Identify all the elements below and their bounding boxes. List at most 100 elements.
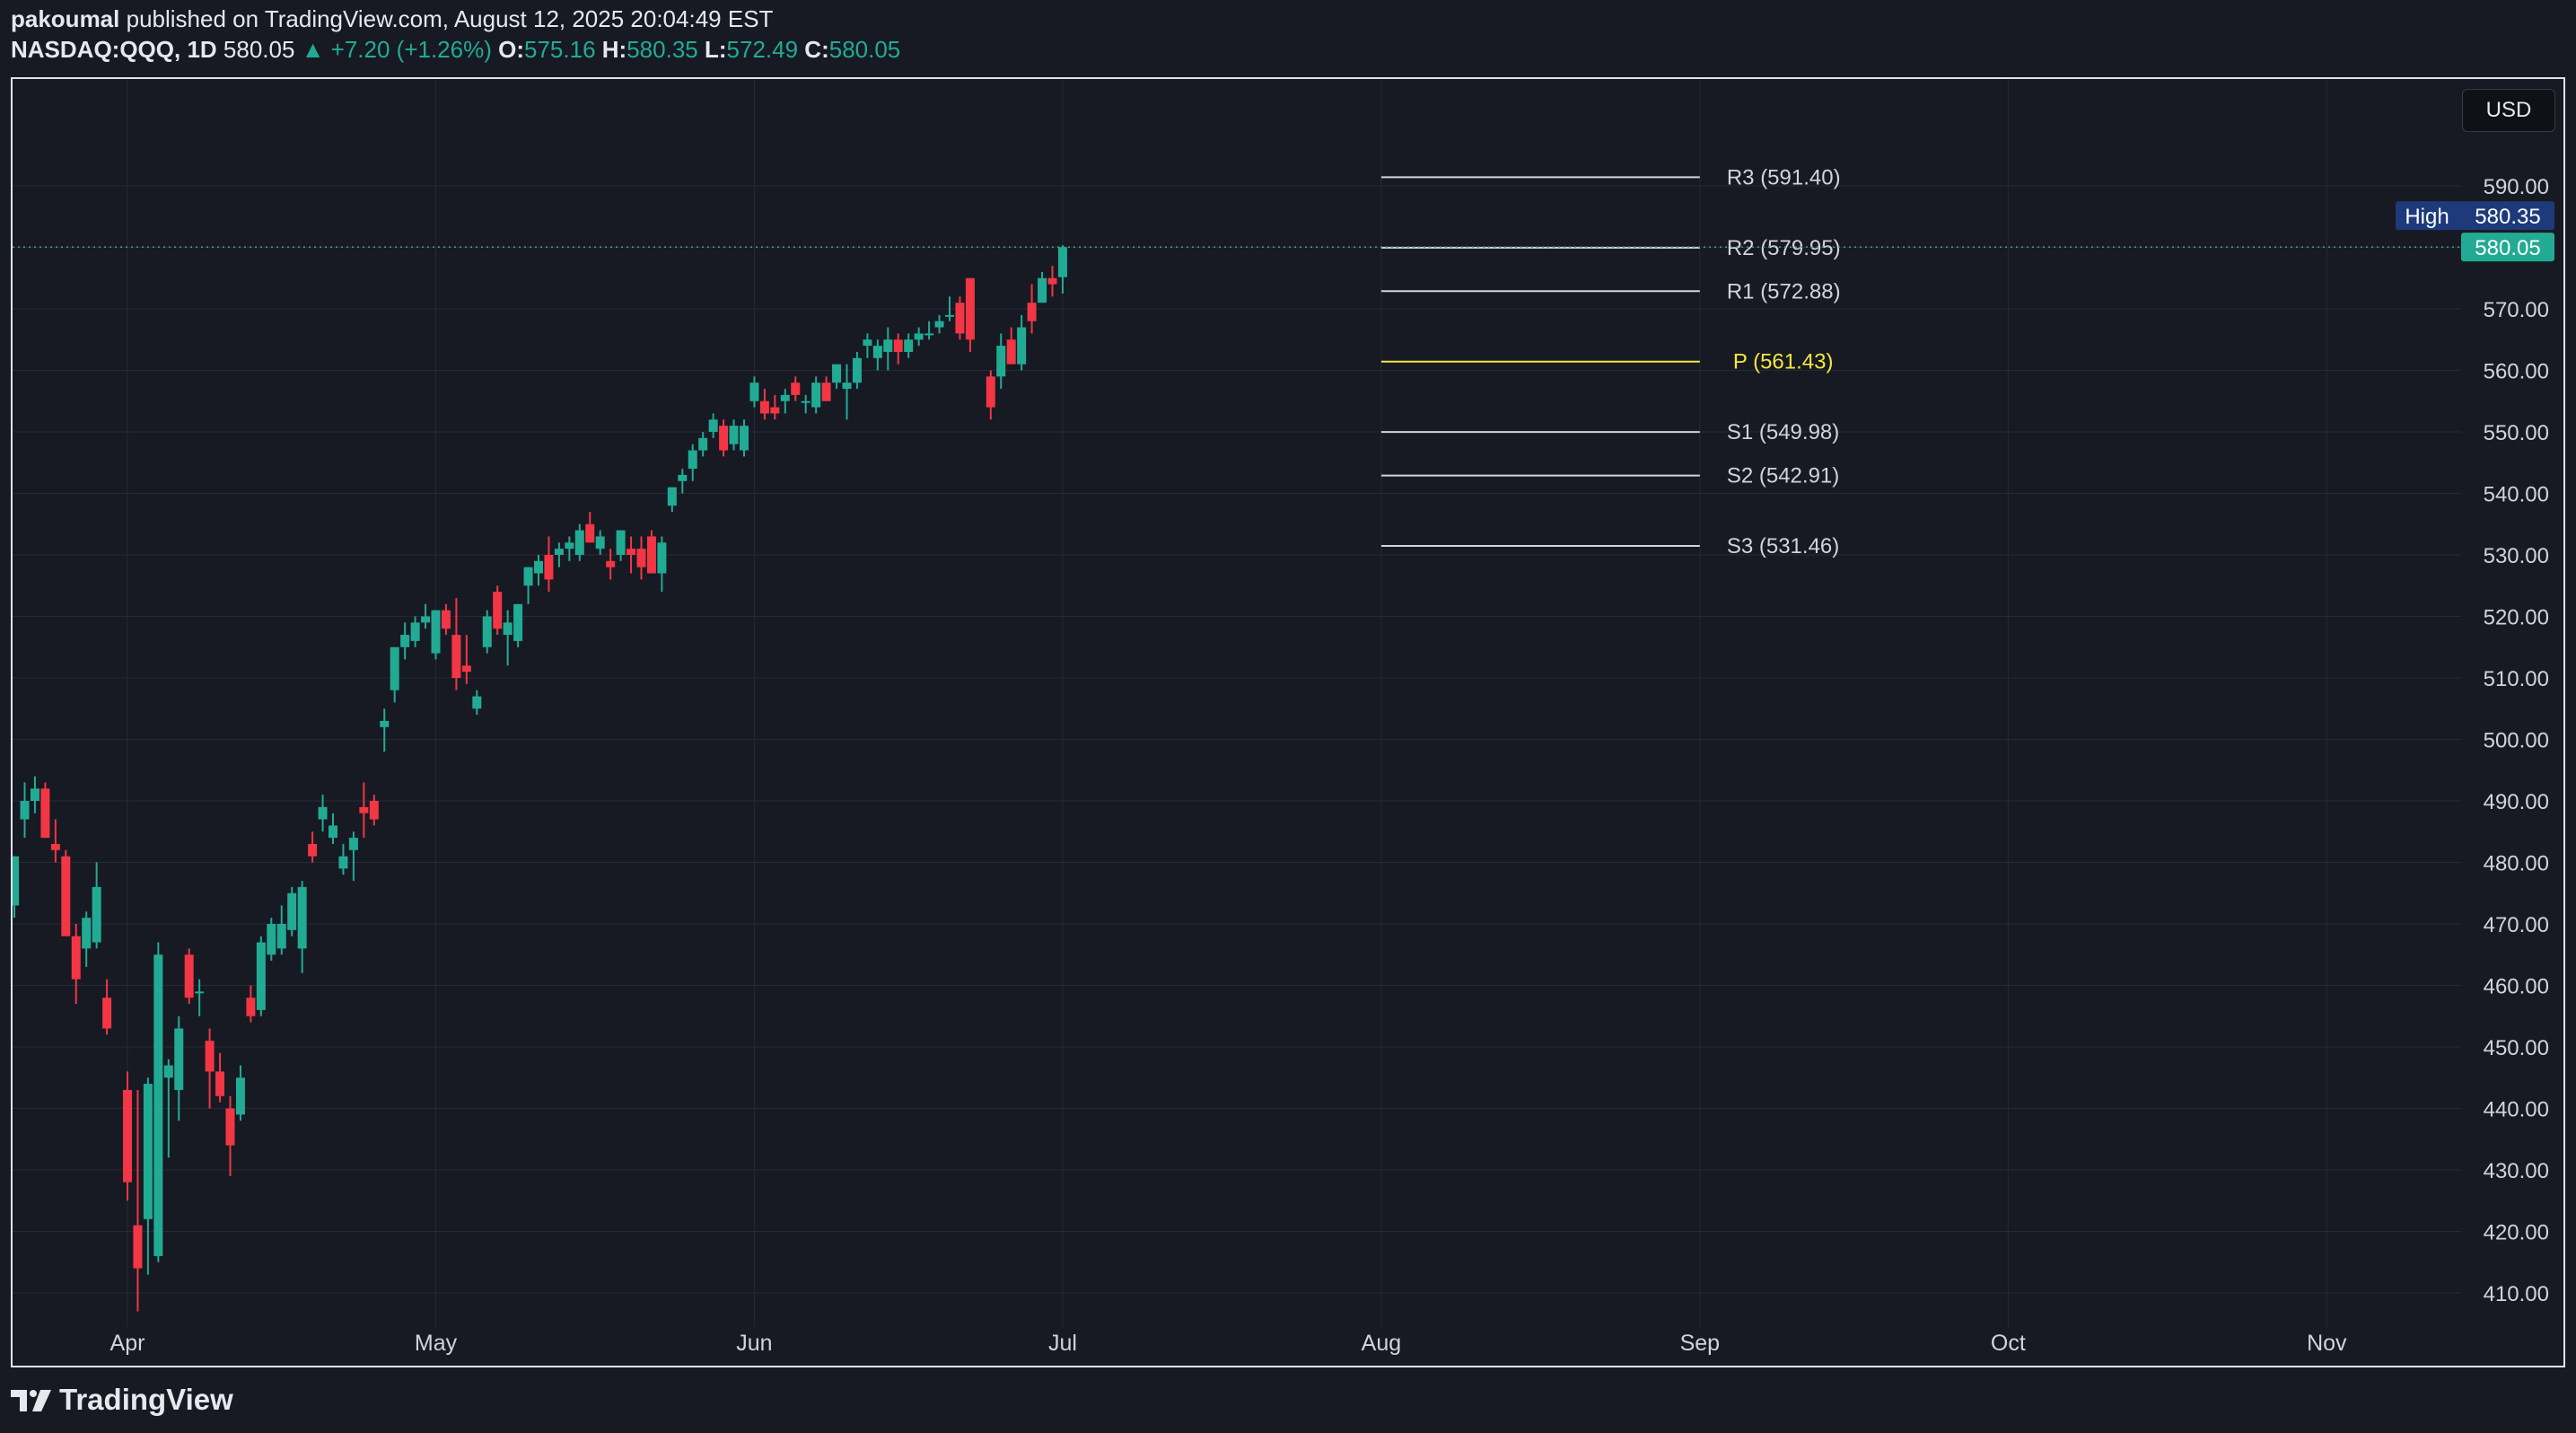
candle-body [565, 542, 574, 549]
candle-body [163, 1065, 173, 1078]
x-tick-label: Apr [110, 1331, 145, 1356]
candle-body [451, 635, 461, 678]
candle-body [390, 646, 399, 690]
y-tick-label: 520.00 [2484, 606, 2549, 630]
candle-body [996, 346, 1006, 377]
candle-body [791, 382, 801, 395]
candle-body [329, 825, 337, 839]
candle-body [904, 339, 914, 352]
chart-frame[interactable]: 590.00580.00570.00560.00550.00540.00530.… [11, 77, 2565, 1367]
candle-body [626, 549, 636, 555]
candle-body [934, 321, 944, 328]
candle-body [225, 1108, 235, 1146]
candle-body [256, 942, 266, 1010]
candle-body [1057, 247, 1067, 277]
high-badge-value: 580.35 [2475, 205, 2540, 229]
candle-body [945, 314, 954, 317]
candle-body [40, 788, 50, 839]
pivot-label: R1 (572.88) [1727, 279, 1841, 303]
candle-body [759, 400, 769, 414]
y-tick-label: 440.00 [2484, 1098, 2549, 1122]
candle-body [410, 622, 420, 641]
candle-body [616, 530, 626, 555]
high-badge-label: High [2405, 205, 2449, 229]
open-label: O: [498, 36, 525, 63]
candlestick-chart[interactable]: 590.00580.00570.00560.00550.00540.00530.… [13, 79, 2563, 1366]
candle-body [205, 1041, 215, 1072]
pivot-label: S2 (542.91) [1727, 464, 1839, 488]
candle-body [338, 856, 348, 869]
pivot-label: S1 (549.98) [1727, 420, 1839, 444]
tradingview-logo[interactable]: TradingView [11, 1383, 233, 1417]
close-value: 580.05 [828, 36, 901, 63]
x-tick-label: May [415, 1331, 458, 1356]
candle-body [308, 843, 318, 857]
candle-body [955, 303, 965, 334]
currency-button[interactable]: USD [2462, 89, 2555, 132]
candle-body [133, 1225, 143, 1269]
candle-body [348, 838, 358, 850]
candle-body [729, 426, 739, 444]
candle-body [431, 610, 441, 654]
candle-body [914, 333, 924, 340]
candle-body [82, 918, 92, 949]
candle-body [636, 549, 646, 567]
candle-body [102, 998, 112, 1029]
candle-body [770, 407, 780, 414]
x-tick-label: Oct [1991, 1331, 2026, 1356]
y-tick-label: 420.00 [2484, 1221, 2549, 1245]
candle-body [472, 696, 482, 709]
candle-body [801, 400, 810, 403]
y-tick-label: 540.00 [2484, 483, 2549, 507]
candle-body [184, 954, 194, 998]
x-tick-label: Nov [2307, 1331, 2347, 1356]
y-tick-label: 560.00 [2484, 360, 2549, 384]
y-tick-label: 590.00 [2484, 175, 2549, 199]
pivot-label: R3 (591.40) [1727, 165, 1841, 189]
last-price-badge-label: 580.05 [2475, 236, 2540, 260]
brand-name: TradingView [59, 1383, 233, 1416]
y-tick-label: 500.00 [2484, 729, 2549, 753]
candle-body [30, 788, 39, 801]
candle-body [20, 801, 30, 820]
candle-body [534, 560, 543, 574]
candle-body [61, 856, 71, 936]
candle-body [965, 277, 975, 340]
candle-body [657, 542, 667, 574]
candle-body [215, 1071, 225, 1096]
candle-body [749, 382, 759, 401]
candle-body [832, 364, 842, 383]
candle-body [1006, 339, 1016, 365]
candle-body [297, 886, 307, 949]
candle-body [369, 801, 379, 820]
candle-body [574, 530, 584, 555]
y-tick-label: 490.00 [2484, 790, 2549, 814]
symbol-name: NASDAQ:QQQ, 1D [11, 36, 217, 63]
published-text: published on TradingView.com, August 12,… [126, 5, 774, 32]
candle-body [1017, 327, 1027, 365]
y-tick-label: 550.00 [2484, 421, 2549, 445]
candle-body [50, 843, 60, 850]
author-name[interactable]: pakoumal [11, 5, 119, 32]
candle-body [1038, 277, 1047, 303]
candle-body [893, 339, 903, 352]
candle-body [667, 487, 677, 506]
close-label: C: [804, 36, 829, 63]
x-tick-label: Aug [1362, 1331, 1401, 1356]
candle-body [554, 549, 564, 555]
y-tick-label: 470.00 [2484, 913, 2549, 937]
candle-body [1047, 277, 1057, 285]
low-label: L: [704, 36, 727, 63]
candle-body [606, 560, 616, 567]
candle-body [883, 339, 893, 352]
y-tick-label: 430.00 [2484, 1159, 2549, 1183]
y-tick-label: 460.00 [2484, 975, 2549, 999]
candle-body [688, 450, 697, 470]
candle-body [359, 806, 369, 813]
candle-body [123, 1089, 132, 1182]
candle-body [698, 437, 708, 451]
y-tick-label: 450.00 [2484, 1036, 2549, 1060]
candle-body [678, 474, 688, 481]
candle-body [811, 382, 821, 408]
candle-body [287, 892, 297, 930]
